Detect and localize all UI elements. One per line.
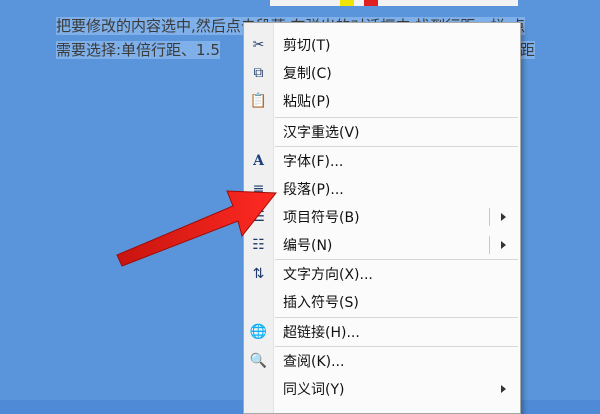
red-arrow-annotation [116, 190, 278, 267]
arrow-shape [116, 190, 278, 267]
